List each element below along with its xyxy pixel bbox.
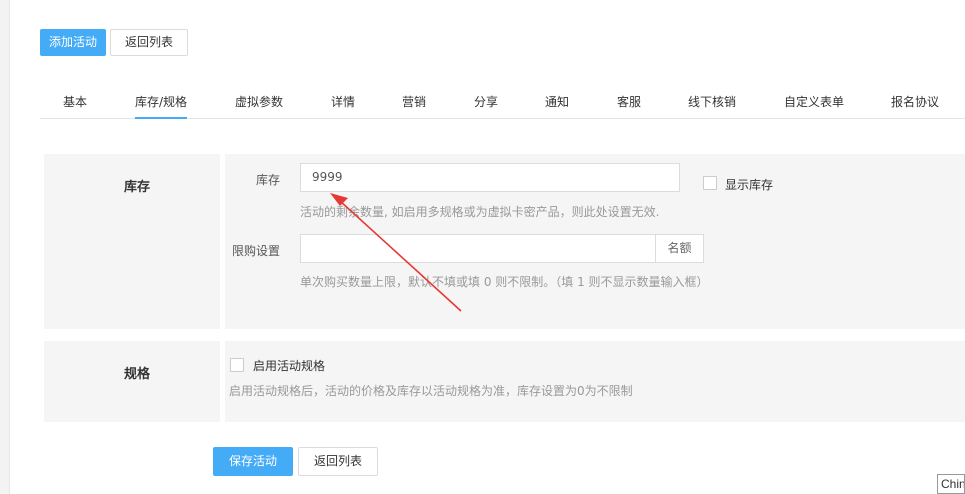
add-activity-button[interactable]: 添加活动 (40, 29, 107, 56)
stock-section: 库存 库存 9999 显示库存 活动的剩余数量, 如启用多规格或为虚拟卡密产品，… (44, 154, 965, 329)
bottom-button-group: 保存活动 返回列表 (213, 447, 379, 476)
stock-section-body: 库存 9999 显示库存 活动的剩余数量, 如启用多规格或为虚拟卡密产品，则此处… (225, 154, 965, 329)
enable-spec-label: 启用活动规格 (253, 359, 326, 373)
tab-customer-service[interactable]: 客服 (617, 86, 641, 119)
tab-custom-form[interactable]: 自定义表单 (784, 86, 844, 119)
ime-indicator: Chin (937, 474, 965, 494)
back-to-list-button-top[interactable]: 返回列表 (110, 29, 189, 56)
stock-section-title: 库存 (124, 180, 151, 195)
tab-basic[interactable]: 基本 (63, 86, 87, 119)
enable-spec-checkbox[interactable] (230, 358, 244, 372)
save-activity-button[interactable]: 保存活动 (213, 447, 294, 476)
tab-share[interactable]: 分享 (474, 86, 498, 119)
limit-field-label: 限购设置 (232, 244, 281, 258)
spec-section: 规格 启用活动规格 启用活动规格后，活动的价格及库存以活动规格为准，库存设置为0… (44, 341, 965, 422)
stock-section-label-cell: 库存 (44, 154, 220, 329)
show-stock-label: 显示库存 (725, 178, 774, 192)
back-to-list-button-bottom[interactable]: 返回列表 (298, 447, 379, 476)
left-scroll-rail (0, 0, 10, 494)
stock-input[interactable]: 9999 (300, 163, 680, 192)
tab-notify[interactable]: 通知 (545, 86, 569, 119)
tab-signup-agreement[interactable]: 报名协议 (891, 86, 939, 119)
stock-field-label: 库存 (256, 173, 281, 187)
stock-help-text: 活动的剩余数量, 如启用多规格或为虚拟卡密产品，则此处设置无效. (300, 205, 660, 219)
tab-stock-spec[interactable]: 库存/规格 (134, 86, 188, 119)
show-stock-checkbox[interactable] (703, 176, 717, 190)
spec-section-label-cell: 规格 (44, 341, 220, 422)
tab-bar: 基本 库存/规格 虚拟参数 详情 营销 分享 通知 客服 线下核销 自定义表单 … (40, 86, 965, 119)
tab-marketing[interactable]: 营销 (402, 86, 426, 119)
limit-input[interactable] (300, 234, 656, 263)
tab-details[interactable]: 详情 (331, 86, 355, 119)
spec-help-text: 启用活动规格后，活动的价格及库存以活动规格为准，库存设置为0为不限制 (229, 384, 633, 398)
spec-section-title: 规格 (124, 367, 151, 382)
limit-help-text: 单次购买数量上限，默认不填或填 0 则不限制。（填 1 则不显示数量输入框） (300, 275, 709, 289)
limit-unit-addon: 名额 (655, 234, 704, 263)
top-button-group: 添加活动 返回列表 (40, 29, 189, 56)
tab-offline-verify[interactable]: 线下核销 (688, 86, 736, 119)
spec-section-body: 启用活动规格 启用活动规格后，活动的价格及库存以活动规格为准，库存设置为0为不限… (225, 341, 965, 422)
tab-virtual-params[interactable]: 虚拟参数 (235, 86, 283, 119)
